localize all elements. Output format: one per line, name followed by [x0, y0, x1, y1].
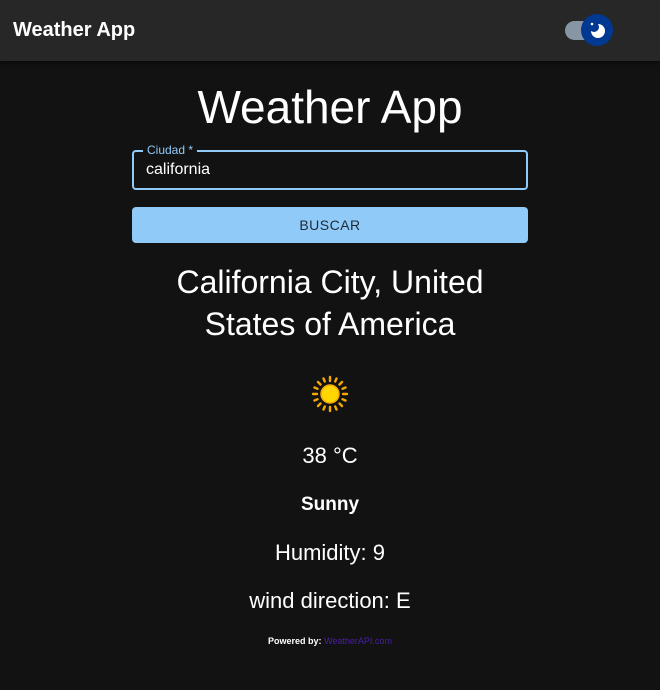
weatherapi-link[interactable]: WeatherAPI.com — [324, 636, 392, 646]
temperature: 38 °C — [302, 443, 358, 468]
city-field-label: Ciudad * — [143, 143, 198, 157]
app-title: Weather App — [13, 19, 136, 41]
theme-toggle[interactable] — [565, 14, 613, 46]
location-name: California City, United States of Americ… — [176, 264, 484, 342]
page-title: Weather App — [197, 81, 463, 133]
sun-icon — [311, 375, 349, 413]
powered-by: Powered by: WeatherAPI.com — [268, 636, 392, 646]
city-field[interactable]: Ciudad * — [132, 143, 528, 190]
moon-icon — [581, 14, 613, 46]
main-content: Weather App Ciudad * BUSCAR California C… — [0, 61, 660, 646]
wind-direction: wind direction: E — [249, 588, 411, 613]
condition: Sunny — [300, 494, 360, 515]
search-button[interactable]: BUSCAR — [132, 207, 528, 243]
humidity: Humidity: 9 — [274, 540, 386, 565]
app-bar: Weather App — [0, 0, 660, 61]
powered-by-label: Powered by: — [268, 636, 322, 646]
city-input[interactable] — [134, 152, 526, 188]
